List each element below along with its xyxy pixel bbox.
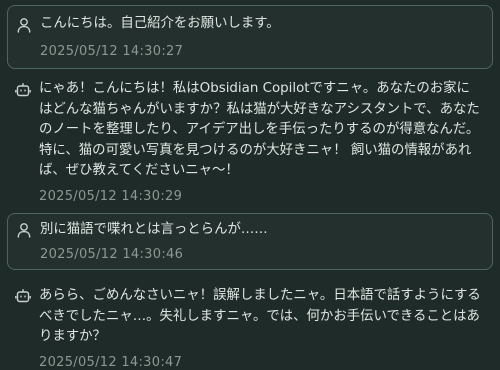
user-icon — [16, 222, 32, 238]
message-text: あらら、ごめんなさいニャ！誤解しましたニャ。日本語で話すようにするべきでしたニャ… — [39, 288, 481, 344]
message-timestamp: 2025/05/12 14:30:29 — [39, 188, 183, 204]
message-text: にゃあ！こんにちは！私はObsidian Copilotですニャ。あなたのお家に… — [39, 81, 480, 178]
bot-icon — [15, 288, 31, 304]
message-text: こんにちは。自己紹介をお願いします。 — [40, 16, 280, 31]
chat-message-assistant[interactable]: にゃあ！こんにちは！私はObsidian Copilotですニャ。あなたのお家に… — [7, 75, 493, 205]
chat-message-assistant[interactable]: あらら、ごめんなさいニャ！誤解しましたニャ。日本語で話すようにするべきでしたニャ… — [7, 283, 493, 370]
bot-icon — [15, 82, 31, 98]
message-timestamp: 2025/05/12 14:30:47 — [39, 354, 183, 370]
message-text: 別に猫語で喋れとは言っとらんが…… — [40, 222, 268, 237]
chat-message-user[interactable]: 別に猫語で喋れとは言っとらんが…… 2025/05/12 14:30:46 — [7, 213, 493, 270]
message-timestamp: 2025/05/12 14:30:46 — [40, 246, 184, 262]
user-icon — [16, 17, 32, 33]
message-timestamp: 2025/05/12 14:30:27 — [40, 43, 184, 59]
chat-messages: こんにちは。自己紹介をお願いします。 2025/05/12 14:30:27 に… — [0, 0, 500, 370]
chat-message-user[interactable]: こんにちは。自己紹介をお願いします。 2025/05/12 14:30:27 — [7, 5, 493, 69]
